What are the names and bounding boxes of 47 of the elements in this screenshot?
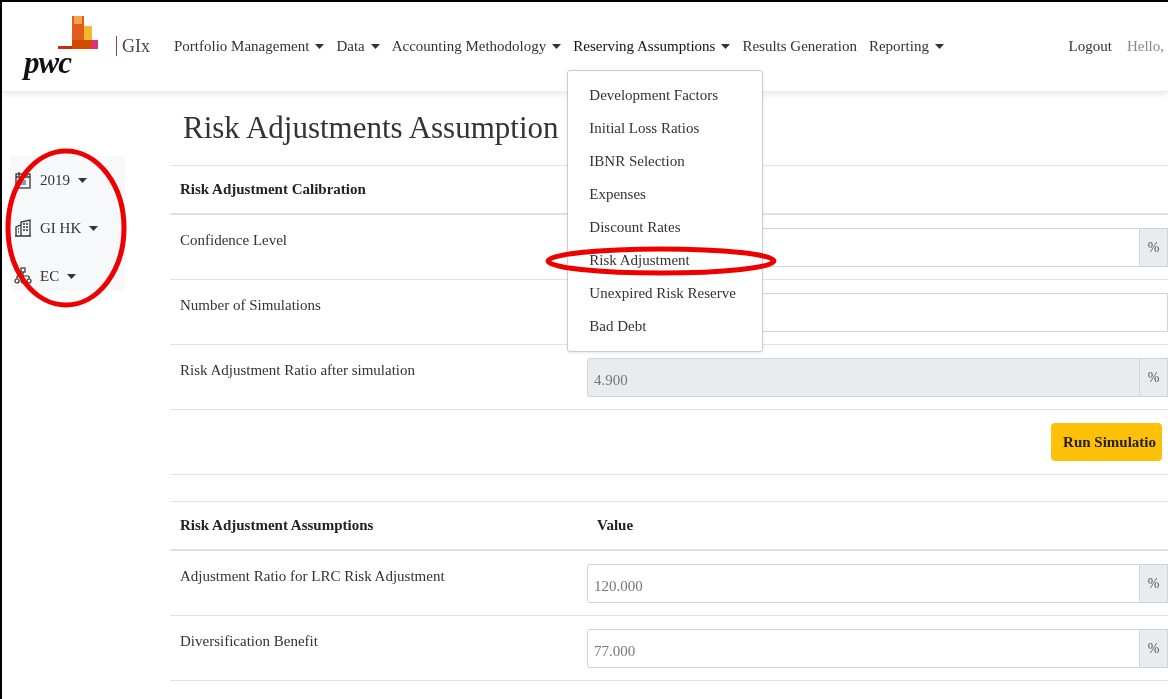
dropdown-item[interactable]: Expenses xyxy=(568,180,763,213)
field-label: Adjustment Ratio for LRC Risk Adjustment xyxy=(180,567,446,585)
sidebar-selector[interactable]: 2019 xyxy=(10,164,125,196)
sidebar-selector[interactable]: EC xyxy=(10,260,125,292)
dropdown-item[interactable]: Discount Rates xyxy=(568,213,763,246)
page-title: Risk Adjustments Assumption xyxy=(183,110,559,146)
input-field[interactable]: 77.000 xyxy=(587,629,1140,668)
field-label: Diversification Benefit xyxy=(180,632,319,650)
dropdown-item[interactable]: Initial Loss Ratios xyxy=(568,114,763,147)
dropdown-item[interactable]: Unexpired Risk Reserve xyxy=(568,279,763,312)
unit-addon: % xyxy=(1140,564,1168,603)
caret-icon xyxy=(78,177,87,183)
calendar-icon xyxy=(14,171,32,189)
caret-icon xyxy=(89,225,99,231)
field-label: Number of Simulations xyxy=(180,296,322,314)
caret-icon xyxy=(934,44,944,49)
unit-addon: % xyxy=(1140,629,1168,668)
unit-addon: % xyxy=(1140,358,1168,397)
caret-icon xyxy=(67,273,77,279)
nav-menu-item[interactable]: Portfolio Management xyxy=(168,38,331,55)
nav-menu-item[interactable]: Reserving Assumptions xyxy=(567,38,737,55)
building-icon xyxy=(14,219,32,237)
caret-icon xyxy=(315,44,325,49)
caret-icon xyxy=(370,44,380,49)
dropdown-item[interactable]: Development Factors xyxy=(568,81,763,114)
nav-menu-item[interactable]: Accounting Methodology xyxy=(385,38,568,55)
input-field[interactable]: 120.000 xyxy=(587,564,1140,603)
dropdown-item[interactable]: Risk Adjustment xyxy=(568,246,763,279)
nav-menu-item[interactable]: Reporting xyxy=(862,38,950,55)
column-heading: Value xyxy=(597,517,635,534)
field-label: Risk Adjustment Ratio after simulation xyxy=(180,361,416,379)
run-simulation-button[interactable]: Run Simulatio xyxy=(1051,423,1162,461)
field-label: Confidence Level xyxy=(180,231,289,249)
nav-menu-item[interactable]: Data xyxy=(330,38,386,55)
hierarchy-icon xyxy=(14,267,32,285)
nav-menu-item[interactable]: Results Generation xyxy=(736,38,863,55)
logo-text: pwc xyxy=(24,46,71,78)
section-heading: Risk Adjustment Assumptions xyxy=(180,517,375,534)
unit-addon: % xyxy=(1140,228,1168,267)
caret-icon xyxy=(552,44,562,49)
logout-link[interactable]: Logout xyxy=(1068,38,1112,55)
dropdown-item[interactable]: IBNR Selection xyxy=(568,147,763,180)
greeting-text: Hello, xyxy=(1126,38,1164,55)
product-name: GIx xyxy=(116,36,150,56)
dropdown-item[interactable]: Bad Debt xyxy=(568,312,763,345)
caret-icon xyxy=(721,44,731,49)
sidebar-selector[interactable]: GI HK xyxy=(10,212,125,244)
